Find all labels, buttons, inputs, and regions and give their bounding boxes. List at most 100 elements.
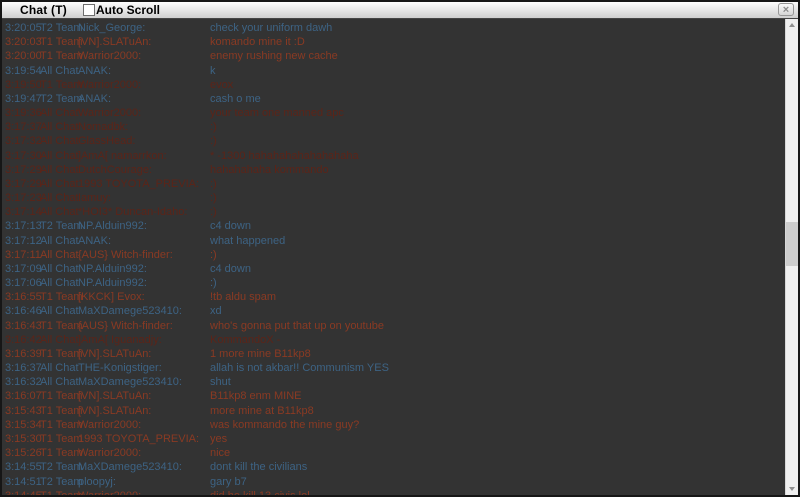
chat-row: 3:17:06 All Chat NP.Alduin992: :) xyxy=(2,276,785,290)
chat-timestamp: 3:17:13 xyxy=(5,220,42,233)
chat-timestamp: 3:16:46 xyxy=(5,305,42,318)
chat-message: enemy rushing new cache xyxy=(210,50,338,63)
scrollbar-down-button[interactable] xyxy=(786,482,798,495)
chat-channel: All Chat xyxy=(40,376,79,389)
chat-player-name: Warrior2000: xyxy=(78,418,142,431)
chat-message: evox xyxy=(210,78,234,91)
scrollbar-up-button[interactable] xyxy=(786,19,798,32)
chat-channel: T1 Team xyxy=(40,319,83,332)
chat-timestamp: 3:14:55 xyxy=(5,461,42,474)
chat-timestamp: 3:17:14 xyxy=(5,206,42,219)
chat-row: 3:16:39 T1 Team [VN].SLATuAn: 1 more min… xyxy=(2,347,785,361)
chat-timestamp: 3:20:05 xyxy=(5,22,42,34)
chat-player-name: [VN].SLATuAn: xyxy=(78,390,152,403)
chat-row: 3:19:47 T2 Team ANAK: cash o me xyxy=(2,92,785,106)
chat-row: 3:17:29 All Chat DutchCourage: hahahahah… xyxy=(2,163,785,177)
chat-scrollbar[interactable] xyxy=(785,19,798,495)
close-icon: × xyxy=(782,4,790,16)
chat-channel: T1 Team xyxy=(40,78,83,91)
chat-channel: All Chat xyxy=(40,234,79,247)
chat-channel: All Chat xyxy=(40,107,79,120)
chat-timestamp: 3:19:36 xyxy=(5,107,42,120)
chat-player-name: Warrior2000: xyxy=(78,490,141,495)
chat-channel: All Chat xyxy=(40,362,79,375)
chat-row: 3:17:14 All Chat *HOI3* Duncan-Idaho: :) xyxy=(2,205,785,219)
chat-player-name: [VN].SLATuAn: xyxy=(78,36,152,49)
chat-timestamp: 3:14:45 xyxy=(5,490,42,495)
chat-channel: T2 Team xyxy=(40,92,83,105)
chat-channel: T1 Team xyxy=(40,432,83,445)
chat-row: 3:17:30 All Chat ]AmA[ namarrkon: * -130… xyxy=(2,149,785,163)
chat-player-name: MaXDamege523410: xyxy=(78,376,182,389)
chat-message: :) xyxy=(210,206,217,219)
chat-message: :) xyxy=(210,121,217,134)
chat-message: c4 down xyxy=(210,262,251,275)
chat-row: 3:15:34 T1 Team Warrior2000: was kommand… xyxy=(2,418,785,432)
chat-timestamp: 3:16:43 xyxy=(5,319,42,332)
auto-scroll-checkbox[interactable] xyxy=(83,4,95,16)
chat-timestamp: 3:16:55 xyxy=(5,291,42,304)
chat-row: 3:14:55 T2 Team MaXDamege523410: dont ki… xyxy=(2,460,785,474)
chat-player-name: GlassHead: xyxy=(78,135,136,148)
chat-timestamp: 3:17:29 xyxy=(5,177,42,190)
scrollbar-thumb[interactable] xyxy=(786,222,798,266)
chat-message: :) xyxy=(210,248,217,261)
chat-row: 3:16:32 All Chat MaXDamege523410: shut xyxy=(2,375,785,389)
chat-player-name: DutchCourage: xyxy=(78,163,152,176)
chat-timestamp: 3:16:07 xyxy=(5,390,42,403)
chat-log: 3:20:05 T2 Team Nick_George: check your … xyxy=(2,19,785,495)
chat-channel: T1 Team xyxy=(40,390,83,403)
chat-player-name: Warrior2000: xyxy=(78,107,142,120)
chat-timestamp: 3:20:03 xyxy=(5,36,42,49)
chat-message: nice xyxy=(210,447,231,460)
chevron-up-icon xyxy=(789,23,795,27)
chat-row: 3:17:11 All Chat {AUS} Witch-finder: :) xyxy=(2,248,785,262)
chat-player-name: ANAK: xyxy=(78,92,112,105)
chat-message: hahahahaha kommando xyxy=(210,163,329,176)
auto-scroll-label[interactable]: Auto Scroll xyxy=(96,3,160,17)
chat-row: 3:16:46 All Chat MaXDamege523410: xd xyxy=(2,304,785,318)
chat-row: 3:16:42 All Chat ]AmA[ Iguanadjy: Komman… xyxy=(2,333,785,347)
chat-row: 3:16:43 T1 Team {AUS} Witch-finder: who'… xyxy=(2,319,785,333)
chat-player-name: Warrior2000: xyxy=(78,50,142,63)
chat-timestamp: 3:19:47 xyxy=(5,92,42,105)
chat-message: dont kill the civilians xyxy=(210,461,308,474)
close-button[interactable]: × xyxy=(778,3,794,16)
chat-channel: All Chat xyxy=(40,64,79,77)
chat-row: 3:17:23 All Chat Iamuy: :) xyxy=(2,191,785,205)
chat-channel: All Chat xyxy=(40,121,79,134)
chat-channel: T1 Team xyxy=(40,291,83,304)
chat-channel: All Chat xyxy=(40,135,79,148)
chat-row: 3:19:54 All Chat ANAK: k xyxy=(2,64,785,78)
chat-message: :) xyxy=(210,177,217,190)
chat-timestamp: 3:17:23 xyxy=(5,192,42,205)
chat-row: 3:17:12 All Chat ANAK: what happened xyxy=(2,234,785,248)
chat-player-name: NP.Alduin992: xyxy=(78,220,147,233)
chat-player-name: ploopyj: xyxy=(78,475,116,488)
chat-timestamp: 3:20:00 xyxy=(5,50,42,63)
chat-channel: T2 Team xyxy=(40,22,83,34)
chat-timestamp: 3:16:42 xyxy=(5,333,42,346)
chat-timestamp: 3:19:54 xyxy=(5,64,42,77)
chat-channel: T2 Team xyxy=(40,220,83,233)
chat-channel: T1 Team xyxy=(40,347,83,360)
chat-timestamp: 3:17:09 xyxy=(5,262,42,275)
chat-player-name: Nick_George: xyxy=(78,22,146,34)
chat-timestamp: 3:17:37 xyxy=(5,121,42,134)
chat-channel: All Chat xyxy=(40,333,79,346)
chat-timestamp: 3:17:11 xyxy=(5,248,41,261)
chat-channel: T1 Team xyxy=(40,418,83,431)
chat-row: 3:15:30 T1 Team 1993 TOYOTA_PREVIA: yes xyxy=(2,432,785,446)
chat-player-name: 1993 TOYOTA_PREVIA: xyxy=(78,432,200,445)
chat-message: :) xyxy=(210,277,217,290)
chat-message: c4 down xyxy=(210,220,251,233)
chat-timestamp: 3:15:43 xyxy=(5,404,42,417)
chat-message: komando mine it :D xyxy=(210,36,305,49)
chat-timestamp: 3:15:30 xyxy=(5,432,42,445)
chat-timestamp: 3:14:51 xyxy=(5,475,42,488)
chat-channel: T1 Team xyxy=(40,36,83,49)
chat-channel: All Chat xyxy=(40,206,79,219)
chat-row: 3:20:05 T2 Team Nick_George: check your … xyxy=(2,21,785,35)
chat-player-name: MaXDamege523410: xyxy=(78,305,182,318)
chat-player-name: Warrior2000: xyxy=(78,78,142,91)
